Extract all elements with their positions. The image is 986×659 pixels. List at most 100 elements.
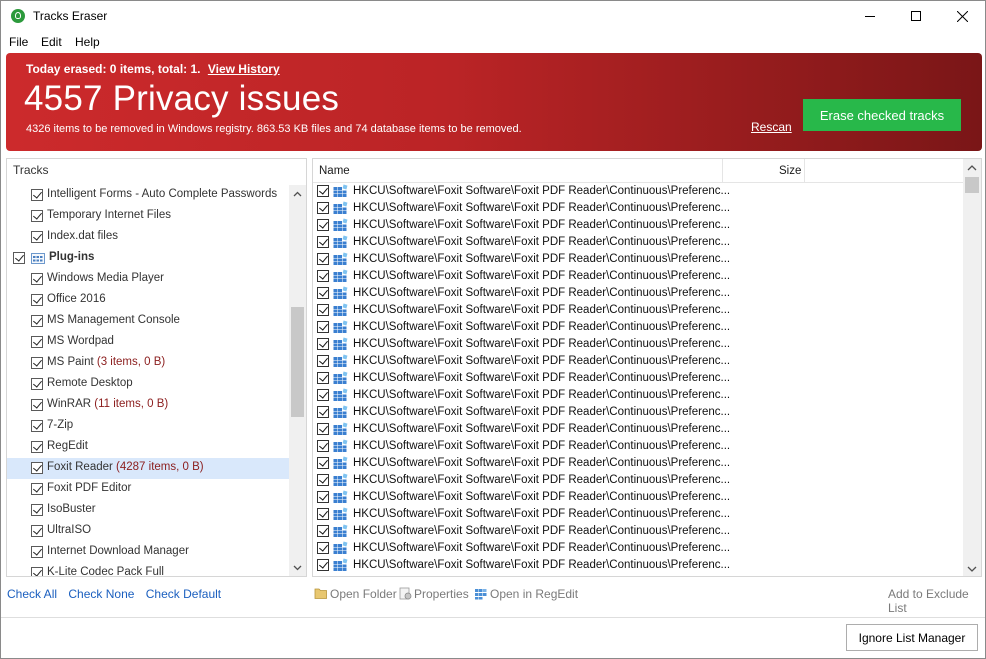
checkbox[interactable] [31,546,43,558]
tree-item[interactable]: Internet Download Manager [7,542,290,563]
table-row[interactable]: HKCU\Software\Foxit Software\Foxit PDF R… [313,183,963,200]
tracks-scroll-thumb[interactable] [291,307,304,417]
results-scroll-thumb[interactable] [965,177,979,193]
check-default-link[interactable]: Check Default [146,587,221,601]
checkbox[interactable] [31,315,43,327]
row-checkbox[interactable] [317,474,329,486]
tree-item[interactable]: Windows Media Player [7,269,290,290]
table-row[interactable]: HKCU\Software\Foxit Software\Foxit PDF R… [313,506,963,523]
menu-help[interactable]: Help [75,35,100,49]
tree-item[interactable]: K-Lite Codec Pack Full [7,563,290,576]
table-row[interactable]: HKCU\Software\Foxit Software\Foxit PDF R… [313,200,963,217]
tree-item[interactable]: Remote Desktop [7,374,290,395]
checkbox[interactable] [31,231,43,243]
table-row[interactable]: HKCU\Software\Foxit Software\Foxit PDF R… [313,319,963,336]
tree-item[interactable]: RegEdit [7,437,290,458]
checkbox[interactable] [31,189,43,201]
table-row[interactable]: HKCU\Software\Foxit Software\Foxit PDF R… [313,421,963,438]
tree-item[interactable]: MS Wordpad [7,332,290,353]
row-checkbox[interactable] [317,542,329,554]
row-checkbox[interactable] [317,304,329,316]
row-checkbox[interactable] [317,491,329,503]
tree-item[interactable]: WinRAR (11 items, 0 B) [7,395,290,416]
checkbox[interactable] [31,336,43,348]
row-checkbox[interactable] [317,440,329,452]
tree-group-item[interactable]: Plug-ins [7,248,290,269]
tree-item[interactable]: IsoBuster [7,500,290,521]
checkbox[interactable] [31,357,43,369]
check-all-link[interactable]: Check All [7,587,57,601]
table-row[interactable]: HKCU\Software\Foxit Software\Foxit PDF R… [313,285,963,302]
tree-item[interactable]: UltraISO [7,521,290,542]
minimize-button[interactable] [847,1,893,31]
tree-item[interactable]: Foxit PDF Editor [7,479,290,500]
table-row[interactable]: HKCU\Software\Foxit Software\Foxit PDF R… [313,268,963,285]
tree-item[interactable]: Temporary Internet Files [7,206,290,227]
column-divider[interactable] [804,159,805,183]
checkbox[interactable] [31,462,43,474]
row-checkbox[interactable] [317,508,329,520]
checkbox[interactable] [31,483,43,495]
row-checkbox[interactable] [317,321,329,333]
table-row[interactable]: HKCU\Software\Foxit Software\Foxit PDF R… [313,353,963,370]
close-button[interactable] [939,1,985,31]
column-size-header[interactable]: Size [779,165,801,177]
tree-item[interactable]: Index.dat files [7,227,290,248]
row-checkbox[interactable] [317,287,329,299]
tree-item[interactable]: Foxit Reader (4287 items, 0 B) [7,458,290,479]
tracks-scrollbar[interactable] [289,185,306,576]
table-row[interactable]: HKCU\Software\Foxit Software\Foxit PDF R… [313,302,963,319]
table-row[interactable]: HKCU\Software\Foxit Software\Foxit PDF R… [313,404,963,421]
row-checkbox[interactable] [317,457,329,469]
table-row[interactable]: HKCU\Software\Foxit Software\Foxit PDF R… [313,387,963,404]
tree-item[interactable]: MS Paint (3 items, 0 B) [7,353,290,374]
checkbox[interactable] [31,420,43,432]
checkbox[interactable] [31,294,43,306]
menu-file[interactable]: File [9,35,28,49]
tree-item[interactable]: 7-Zip [7,416,290,437]
table-row[interactable]: HKCU\Software\Foxit Software\Foxit PDF R… [313,251,963,268]
checkbox[interactable] [31,441,43,453]
row-checkbox[interactable] [317,219,329,231]
table-row[interactable]: HKCU\Software\Foxit Software\Foxit PDF R… [313,455,963,472]
checkbox[interactable] [13,252,25,264]
table-row[interactable]: HKCU\Software\Foxit Software\Foxit PDF R… [313,557,963,574]
ignore-list-manager-button[interactable]: Ignore List Manager [846,624,978,651]
rescan-link[interactable]: Rescan [751,120,792,134]
column-divider[interactable] [722,159,723,183]
table-row[interactable]: HKCU\Software\Foxit Software\Foxit PDF R… [313,370,963,387]
table-row[interactable]: HKCU\Software\Foxit Software\Foxit PDF R… [313,472,963,489]
row-checkbox[interactable] [317,372,329,384]
row-checkbox[interactable] [317,406,329,418]
checkbox[interactable] [31,378,43,390]
row-checkbox[interactable] [317,270,329,282]
menu-edit[interactable]: Edit [41,35,62,49]
row-checkbox[interactable] [317,525,329,537]
row-checkbox[interactable] [317,389,329,401]
tree-item[interactable]: Office 2016 [7,290,290,311]
row-checkbox[interactable] [317,253,329,265]
add-to-exclude-list-link[interactable]: Add to Exclude List [888,587,985,615]
row-checkbox[interactable] [317,355,329,367]
row-checkbox[interactable] [317,202,329,214]
scroll-up-icon[interactable] [967,164,977,173]
checkbox[interactable] [31,399,43,411]
table-row[interactable]: HKCU\Software\Foxit Software\Foxit PDF R… [313,438,963,455]
checkbox[interactable] [31,210,43,222]
table-row[interactable]: HKCU\Software\Foxit Software\Foxit PDF R… [313,234,963,251]
column-name-header[interactable]: Name [319,165,350,177]
erase-checked-tracks-button[interactable]: Erase checked tracks [803,99,961,131]
tree-item[interactable]: MS Management Console [7,311,290,332]
checkbox[interactable] [31,273,43,285]
checkbox[interactable] [31,567,43,576]
tree-item[interactable]: Intelligent Forms - Auto Complete Passwo… [7,185,290,206]
scroll-down-icon[interactable] [293,563,302,572]
table-row[interactable]: HKCU\Software\Foxit Software\Foxit PDF R… [313,217,963,234]
results-scrollbar[interactable] [963,159,981,576]
maximize-button[interactable] [893,1,939,31]
check-none-link[interactable]: Check None [68,587,134,601]
checkbox[interactable] [31,504,43,516]
scroll-down-icon[interactable] [967,564,977,573]
table-row[interactable]: HKCU\Software\Foxit Software\Foxit PDF R… [313,523,963,540]
row-checkbox[interactable] [317,338,329,350]
